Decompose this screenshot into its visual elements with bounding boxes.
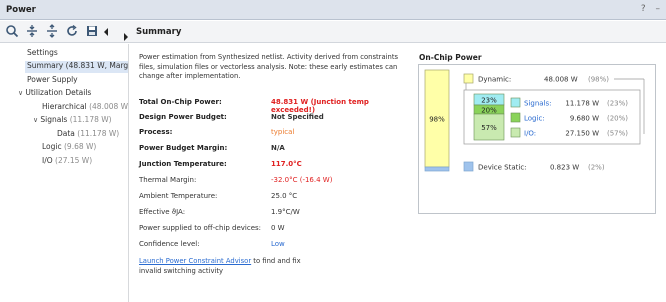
dynamic-pct: (98%)	[588, 76, 609, 84]
nav-sublabel: (48.831 W, Margi	[65, 61, 128, 70]
nav-label: Hierarchical	[42, 102, 90, 111]
nav-item-summary[interactable]: Summary (48.831 W, Margi	[25, 61, 128, 73]
nav-sublabel: (48.008 W	[89, 102, 128, 111]
row-label: Ambient Temperature:	[139, 192, 218, 200]
dynamic-value: 48.008 W	[544, 76, 578, 84]
toolbar: Summary	[0, 21, 666, 43]
confidence-level-link[interactable]: Low	[271, 240, 285, 248]
nav-item-power-supply[interactable]: Power Supply	[27, 75, 78, 87]
expand-arrow-icon[interactable]	[121, 31, 131, 41]
row-process: Process: typical	[139, 128, 409, 139]
nav-item-io[interactable]: I/O (27.15 W)	[42, 156, 92, 168]
static-bar	[424, 166, 450, 172]
nav-item-signals[interactable]: ∨ Signals (11.178 W)	[33, 115, 112, 127]
row-label: Confidence level:	[139, 240, 200, 248]
row-thermal-margin: Thermal Margin: -32.0°C (-16.4 W)	[139, 176, 409, 187]
refresh-icon[interactable]	[64, 24, 80, 40]
collapse-all-icon[interactable]	[24, 24, 40, 40]
nav-label: Settings	[27, 48, 58, 57]
row-value: Not Specified	[271, 113, 324, 121]
nav-sublabel: (9.68 W)	[64, 142, 97, 151]
process-value-link[interactable]: typical	[271, 128, 294, 136]
nav-item-data[interactable]: Data (11.178 W)	[57, 129, 119, 141]
save-icon[interactable]	[84, 24, 100, 40]
row-label: Junction Temperature:	[139, 160, 227, 168]
window-controls: ? –	[634, 4, 660, 14]
breakdown-swatch-0	[510, 97, 521, 108]
nav-item-settings[interactable]: Settings	[27, 48, 58, 60]
power-constraint-advisor: Launch Power Constraint Advisor to find …	[139, 257, 319, 276]
power-constraint-advisor-link[interactable]: Launch Power Constraint Advisor	[139, 257, 251, 265]
nav-label: Summary	[27, 61, 66, 70]
row-value: -32.0°C (-16.4 W)	[271, 176, 333, 184]
on-chip-power-graphic: 98% Dynamic: 48.008 W (98%) 23% Signals: 11.17…	[424, 69, 645, 172]
nav-item-logic[interactable]: Logic (9.68 W)	[42, 142, 96, 154]
summary-header: Summary	[136, 27, 182, 37]
breakdown-swatch-1	[510, 112, 521, 123]
row-effective-theta-ja: Effective ϑJA: 1.9°C/W	[139, 208, 409, 219]
expand-all-icon[interactable]	[44, 24, 60, 40]
nav-sublabel: (11.178 W)	[77, 129, 120, 138]
summary-intro: Power estimation from Synthesized netlis…	[139, 53, 399, 81]
collapse-arrow-icon[interactable]	[102, 24, 110, 40]
breakdown-pct-1: (20%)	[607, 115, 628, 123]
nav-label: I/O	[42, 156, 56, 165]
nav-item-hierarchical[interactable]: Hierarchical (48.008 W	[42, 102, 128, 114]
window-titlebar: Power ? –	[0, 0, 666, 20]
window-title: Power	[6, 5, 36, 15]
row-confidence-level: Confidence level: Low	[139, 240, 409, 251]
breakdown-name-2: I/O:	[524, 130, 536, 138]
nav-label: Power Supply	[27, 75, 78, 84]
breakdown-name-1: Logic:	[524, 115, 545, 123]
nav-label: Data	[57, 129, 78, 138]
static-swatch	[463, 161, 474, 172]
row-label: Design Power Budget:	[139, 113, 227, 121]
minimize-icon[interactable]: –	[656, 4, 661, 14]
row-value: 48.831 W (Junction temp exceeded!)	[271, 98, 369, 114]
on-chip-power-title: On-Chip Power	[419, 53, 482, 62]
breakdown-pct-0: (23%)	[607, 100, 628, 108]
row-value: 117.0°C	[271, 160, 302, 168]
nav-item-utilization-details[interactable]: ∨ Utilization Details	[18, 88, 91, 100]
row-value: 0 W	[271, 224, 285, 232]
nav-label: Signals	[40, 115, 70, 124]
row-label: Total On-Chip Power:	[139, 98, 222, 106]
row-total-power: Total On-Chip Power: 48.831 W (Junction …	[139, 98, 409, 114]
nav-sublabel: (11.178 W)	[69, 115, 112, 124]
dynamic-bar-label: 98%	[429, 116, 445, 124]
breakdown-bar-label-0: 23%	[481, 97, 497, 105]
breakdown-bar-label-2: 57%	[481, 124, 497, 132]
breakdown-value-1: 9.680 W	[570, 115, 599, 123]
row-label: Thermal Margin:	[139, 176, 197, 184]
static-pct: (2%)	[588, 164, 605, 172]
row-label: Process:	[139, 128, 173, 136]
row-label: Power supplied to off-chip devices:	[139, 224, 262, 232]
help-icon[interactable]: ?	[641, 4, 646, 14]
dynamic-swatch	[463, 73, 474, 84]
row-label: Power Budget Margin:	[139, 144, 228, 152]
breakdown-name-0: Signals:	[524, 100, 552, 108]
nav-label: Logic	[42, 142, 64, 151]
row-value: N/A	[271, 144, 285, 152]
power-nav-tree: Settings Summary (48.831 W, Margi Power …	[0, 44, 129, 302]
row-off-chip-power: Power supplied to off-chip devices: 0 W	[139, 224, 409, 235]
static-value: 0.823 W	[550, 164, 579, 172]
row-value: 25.0 °C	[271, 192, 298, 200]
static-label: Device Static:	[478, 164, 527, 172]
breakdown-value-0: 11.178 W	[565, 100, 599, 108]
row-label: Effective ϑJA:	[139, 208, 186, 216]
row-value: 1.9°C/W	[271, 208, 300, 216]
breakdown-value-2: 27.150 W	[565, 130, 599, 138]
breakdown-pct-2: (57%)	[607, 130, 628, 138]
dynamic-label: Dynamic:	[478, 76, 511, 84]
row-ambient-temp: Ambient Temperature: 25.0 °C	[139, 192, 409, 203]
row-junction-temp: Junction Temperature: 117.0°C	[139, 160, 409, 171]
breakdown-swatch-2	[510, 127, 521, 138]
breakdown-bar-label-1: 20%	[481, 107, 497, 115]
nav-sublabel: (27.15 W)	[55, 156, 93, 165]
row-power-budget-margin: Power Budget Margin: N/A	[139, 144, 409, 155]
search-icon[interactable]	[4, 24, 20, 40]
row-design-power-budget: Design Power Budget: Not Specified	[139, 113, 409, 124]
nav-label: Utilization Details	[25, 88, 92, 97]
